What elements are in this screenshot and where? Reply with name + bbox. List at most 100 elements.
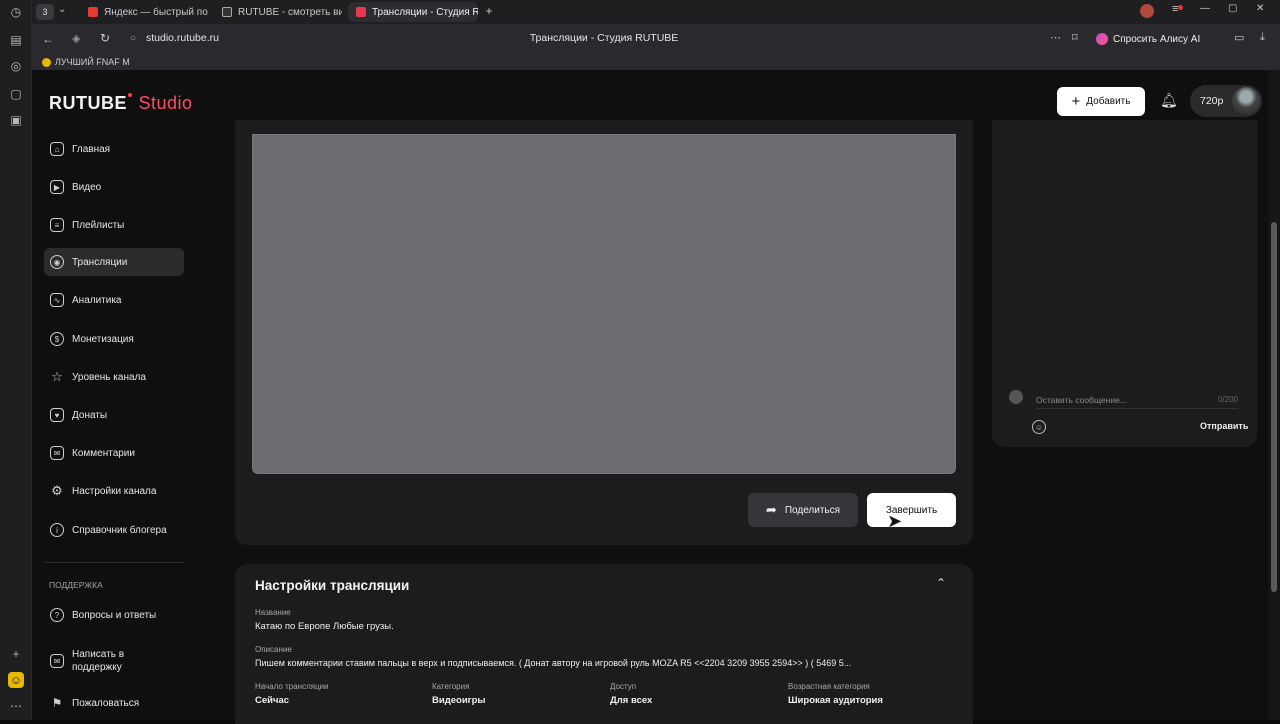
sidebar-item-broadcasts[interactable]: ◉ Трансляции (44, 248, 184, 276)
sidebar-toggle-icon[interactable]: ▭ (1234, 31, 1244, 44)
start-label: Начало трансляции (255, 682, 329, 691)
tab-bar: 3 ⌄ Яндекс — быстрый поис RUTUBE - смотр… (32, 0, 1280, 24)
page-title: Трансляции - Студия RUTUBE (529, 32, 679, 44)
badge-icon[interactable]: ▢ (8, 86, 24, 102)
close-window-icon[interactable]: ✕ (1256, 3, 1264, 14)
tab-yandex[interactable]: Яндекс — быстрый поис (80, 2, 208, 22)
sidebar-item-blogger-guide[interactable]: i Справочник блогера (44, 516, 184, 544)
profile-avatar[interactable] (1140, 4, 1154, 18)
sidebar-item-video[interactable]: ▶ Видео (44, 173, 184, 201)
new-tab-icon[interactable]: + (482, 4, 496, 18)
tab-count-badge[interactable]: 3 (36, 4, 54, 20)
description-label: Описание (255, 645, 292, 654)
user-avatar[interactable] (1232, 87, 1260, 115)
chat-input[interactable]: Оставить сообщение... 0/200 (1036, 391, 1238, 409)
sidebar-item-channel-settings[interactable]: ⚙ Настройки канала (44, 477, 184, 505)
sidebar-divider (44, 562, 184, 563)
tab-studio[interactable]: Трансляции - Студия R ✕ (348, 2, 478, 22)
share-button[interactable]: ➦ Поделиться (748, 493, 858, 527)
sidebar-item-write-support[interactable]: ✉ Написать в поддержку (44, 644, 184, 678)
add-button[interactable]: + Добавить (1057, 87, 1145, 116)
chat-avatar (1009, 390, 1023, 404)
media-icon[interactable]: ◎ (8, 58, 24, 74)
emoji-icon[interactable]: ☺ (1032, 420, 1046, 434)
donate-icon: ♥ (50, 408, 64, 422)
lock-icon: ○ (130, 33, 137, 44)
sidebar-item-monetization[interactable]: $ Монетизация (44, 325, 184, 353)
home-icon: ⌂ (50, 142, 64, 156)
history-icon[interactable]: ◷ (8, 4, 24, 20)
category-value: Видеоигры (432, 695, 486, 706)
name-label: Название (255, 608, 291, 617)
collapse-icon[interactable]: ⌃ (936, 576, 946, 590)
more-options-icon[interactable]: ⋯ (1050, 31, 1061, 44)
alice-icon (1096, 33, 1108, 45)
end-stream-button[interactable]: Завершить (867, 493, 956, 527)
player-card: ➦ Поделиться Завершить ➤ (235, 120, 973, 545)
send-button[interactable]: Отправить (1200, 421, 1248, 431)
sidebar-item-faq[interactable]: ? Вопросы и ответы (44, 601, 184, 629)
stream-preview[interactable] (252, 134, 956, 474)
yandex-icon (88, 7, 98, 17)
bookmark-icon[interactable]: ⌑ (1072, 31, 1078, 44)
age-label: Возрастная категория (788, 682, 870, 691)
playlist-icon: ≡ (50, 218, 64, 232)
question-icon: ? (50, 608, 64, 622)
bookmark-favicon-icon (42, 57, 51, 67)
access-label: Доступ (610, 682, 637, 691)
tab-rutube[interactable]: RUTUBE - смотреть виде (214, 2, 342, 22)
url-text[interactable]: studio.rutube.ru (146, 32, 219, 44)
back-icon[interactable]: ← (42, 32, 54, 46)
money-icon: $ (50, 332, 64, 346)
broadcast-icon: ◉ (50, 255, 64, 269)
download-icon[interactable]: ⤓ (1260, 31, 1265, 44)
address-bar: ← ◈ ↻ ○ studio.rutube.ru Трансляции - Ст… (32, 24, 1280, 54)
access-value: Для всех (610, 695, 653, 706)
logo[interactable]: RUTUBE Studio (49, 93, 193, 114)
quality-avatar[interactable]: 720p (1190, 85, 1262, 117)
comment-icon: ✉ (50, 446, 64, 460)
sidebar-item-channel-level[interactable]: ☆ Уровень канала (44, 363, 184, 391)
collections-icon[interactable]: ▤ (8, 32, 24, 48)
plus-icon: + (1071, 93, 1081, 110)
star-icon: ☆ (51, 369, 63, 384)
sidebar-item-report[interactable]: ⚑ Пожаловаться (44, 689, 184, 717)
sidebar-item-comments[interactable]: ✉ Комментарии (44, 439, 184, 467)
gear-icon: ⚙ (51, 483, 63, 498)
bell-icon[interactable]: 🔔︎ (1160, 92, 1178, 109)
assistant-icon[interactable]: ☺ (8, 672, 24, 688)
studio-icon (356, 7, 366, 17)
studio-app: RUTUBE Studio + Добавить 🔔︎ 720p ⌂ Главн… (32, 70, 1268, 724)
screenshot-icon[interactable]: ▣ (8, 112, 24, 128)
sidebar-item-home[interactable]: ⌂ Главная (44, 135, 184, 163)
minimize-icon[interactable]: — (1200, 3, 1210, 14)
tabs-menu-icon[interactable]: ⌄ (58, 4, 66, 15)
sidebar-item-analytics[interactable]: ∿ Аналитика (44, 286, 184, 314)
shield-icon[interactable]: ◈ (72, 32, 80, 45)
age-value: Широкая аудитория (788, 695, 883, 706)
char-counter: 0/200 (1217, 395, 1238, 404)
add-panel-icon[interactable]: + (8, 646, 24, 662)
notification-dot (1178, 5, 1183, 10)
sidebar-item-donations[interactable]: ♥ Донаты (44, 401, 184, 429)
share-icon: ➦ (765, 502, 777, 517)
scrollbar-thumb[interactable] (1271, 222, 1277, 592)
start-value: Сейчас (255, 695, 290, 706)
maximize-icon[interactable]: ▢ (1228, 3, 1237, 14)
settings-card: Настройки трансляции ⌃ Название Катаю по… (235, 564, 973, 724)
more-icon[interactable]: ⋯ (8, 698, 24, 714)
bookmarks-bar: ЛУЧШИЙ FNAF М (32, 54, 1280, 70)
description-value: Пишем комментарии ставим пальцы в верх и… (255, 658, 852, 668)
mail-icon: ✉ (50, 654, 64, 668)
menu-icon[interactable]: ≡ (1172, 3, 1178, 15)
sidebar-item-playlists[interactable]: ≡ Плейлисты (44, 211, 184, 239)
rutube-icon (222, 7, 232, 17)
reload-icon[interactable]: ↻ (100, 31, 110, 45)
support-title: ПОДДЕРЖКА (49, 580, 103, 590)
category-label: Категория (432, 682, 470, 691)
alice-button[interactable]: Спросить Алису AI (1092, 29, 1228, 49)
bookmark-item[interactable]: ЛУЧШИЙ FNAF М (55, 57, 130, 67)
video-icon: ▶ (50, 180, 64, 194)
name-value: Катаю по Европе Любые грузы. (255, 621, 394, 632)
analytics-icon: ∿ (50, 293, 64, 307)
